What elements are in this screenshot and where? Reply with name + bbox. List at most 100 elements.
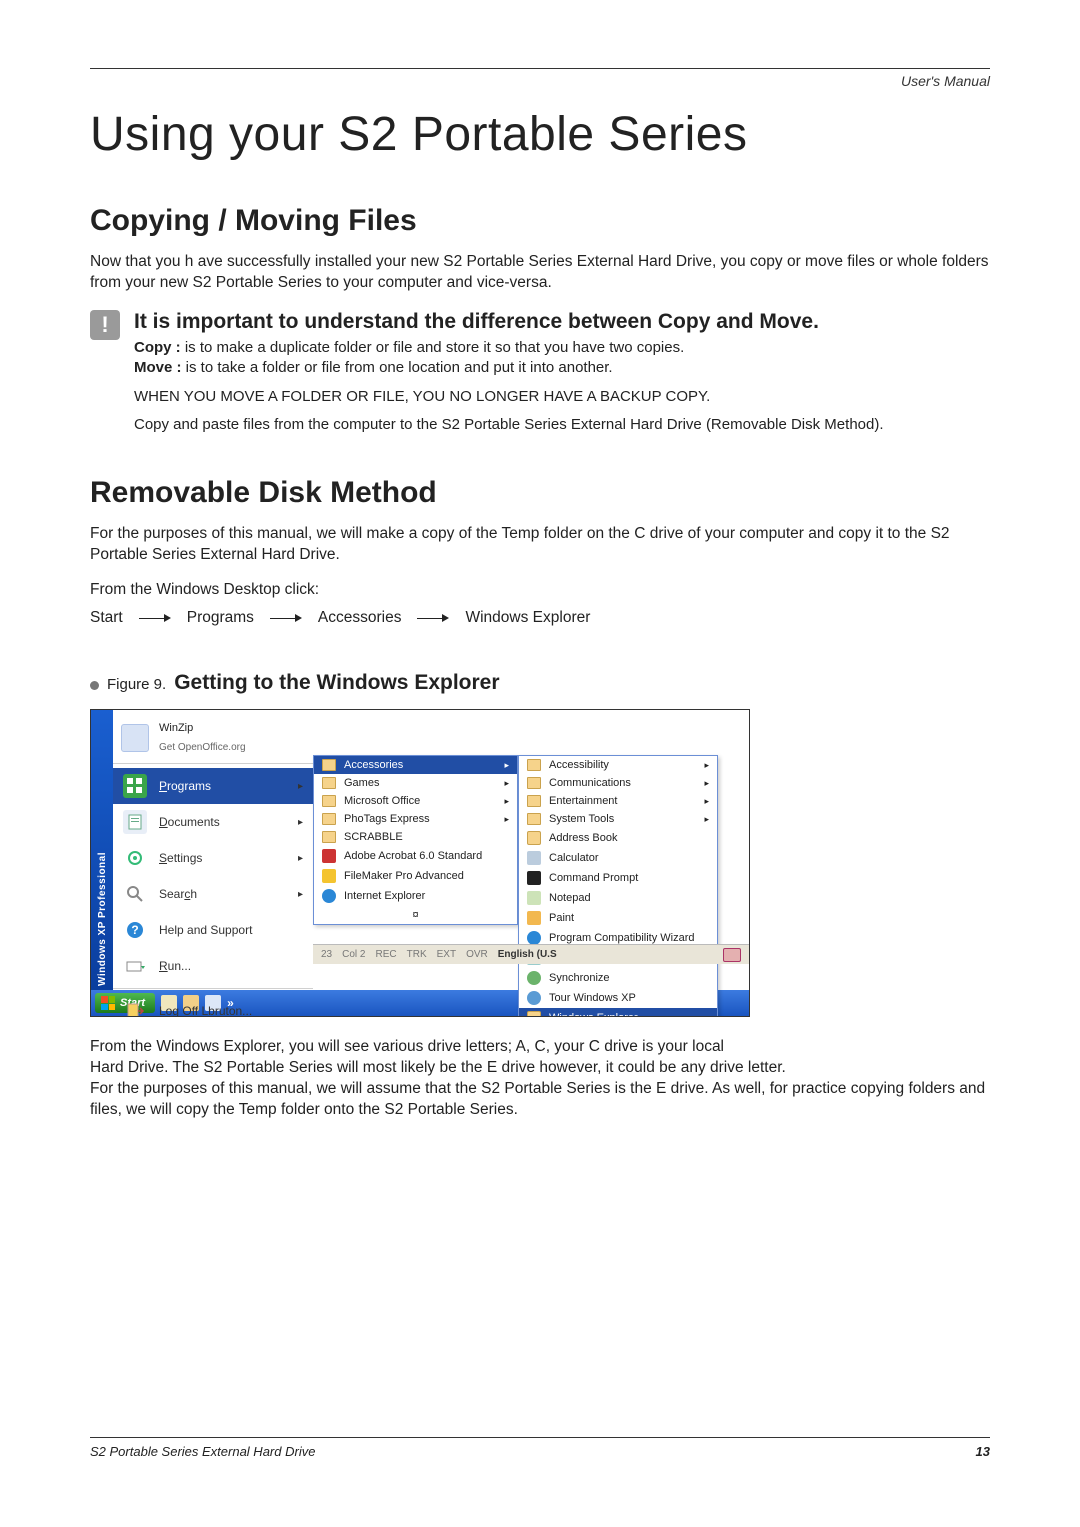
header-label: User's Manual: [90, 73, 990, 89]
accessories-submenu: Accessibility▸ Communications▸ Entertain…: [518, 755, 718, 1017]
menu-logoff[interactable]: Log Off Lbruton...: [113, 993, 313, 1017]
menu-label: Log Off Lbruton...: [159, 1004, 252, 1017]
settings-icon: [123, 846, 147, 870]
copying-intro: Now that you h ave successfully installe…: [90, 252, 990, 294]
arrow-icon: [270, 613, 302, 623]
acc-communications[interactable]: Communications▸: [519, 774, 717, 792]
figure-label: Figure 9.: [107, 676, 166, 693]
documents-icon: [123, 810, 147, 834]
bullet-icon: [90, 681, 99, 690]
tour-icon: [527, 991, 541, 1005]
folder-icon: [527, 813, 541, 825]
acc-windows-explorer[interactable]: Windows Explorer: [519, 1008, 717, 1017]
copy-paste-note: Copy and paste files from the computer t…: [134, 415, 990, 435]
submenu-acrobat[interactable]: Adobe Acrobat 6.0 Standard: [314, 846, 517, 866]
acc-addressbook[interactable]: Address Book: [519, 828, 717, 848]
page-number: 13: [976, 1444, 990, 1459]
folder-icon: [322, 813, 336, 825]
caps-warning: WHEN YOU MOVE A FOLDER OR FILE, YOU NO L…: [134, 388, 990, 405]
menu-help[interactable]: ? Help and Support: [113, 912, 313, 948]
logoff-icon: [123, 999, 147, 1017]
menu-label: Run...: [159, 959, 191, 973]
start-menu-screenshot: Windows XP Professional WinZip Get OpenO…: [90, 709, 750, 1017]
calculator-icon: [527, 851, 541, 865]
path-start: Start: [90, 609, 123, 627]
acc-tour[interactable]: Tour Windows XP: [519, 988, 717, 1008]
pinned-label: WinZip: [159, 722, 246, 734]
menu-label: Documents: [159, 815, 220, 829]
click-path: Start Programs Accessories Windows Explo…: [90, 609, 990, 627]
folder-icon: [527, 759, 541, 771]
menu-search[interactable]: Search ▸: [113, 876, 313, 912]
cmd-icon: [527, 871, 541, 885]
note-heading: It is important to understand the differ…: [134, 310, 990, 334]
pinned-sublabel: Get OpenOffice.org: [159, 742, 246, 753]
explorer-icon: [527, 1011, 541, 1017]
menu-run[interactable]: Run...: [113, 948, 313, 984]
submenu-games[interactable]: Games▸: [314, 774, 517, 792]
submenu-ie[interactable]: Internet Explorer: [314, 886, 517, 906]
acc-entertainment[interactable]: Entertainment▸: [519, 792, 717, 810]
submenu-photags[interactable]: PhoTags Express▸: [314, 810, 517, 828]
acc-cmd[interactable]: Command Prompt: [519, 868, 717, 888]
folder-icon: [322, 759, 336, 771]
move-definition: Move : is to take a folder or file from …: [134, 358, 990, 378]
path-windows-explorer: Windows Explorer: [465, 609, 590, 627]
menu-label: Programs: [159, 779, 211, 793]
folder-icon: [322, 831, 336, 843]
addressbook-icon: [527, 831, 541, 845]
winzip-icon: [121, 724, 149, 752]
acc-paint[interactable]: Paint: [519, 908, 717, 928]
copy-definition: Copy : is to make a duplicate folder or …: [134, 338, 990, 358]
footer-rule: [90, 1437, 990, 1438]
tray-icon: [723, 948, 741, 962]
submenu-scrabble[interactable]: SCRABBLE: [314, 828, 517, 846]
arrow-icon: [139, 613, 171, 623]
menu-label: Help and Support: [159, 923, 252, 937]
under-figure-text: From the Windows Explorer, you will see …: [90, 1037, 990, 1121]
folder-icon: [322, 777, 336, 789]
path-accessories: Accessories: [318, 609, 402, 627]
ie-icon: [322, 889, 336, 903]
submenu-more[interactable]: ¤: [314, 906, 517, 924]
menu-documents[interactable]: Documents ▸: [113, 804, 313, 840]
help-icon: ?: [123, 918, 147, 942]
programs-icon: [123, 774, 147, 798]
submenu-filemaker[interactable]: FileMaker Pro Advanced: [314, 866, 517, 886]
folder-icon: [527, 795, 541, 807]
run-icon: [123, 954, 147, 978]
wizard-icon: [527, 931, 541, 945]
filemaker-icon: [322, 869, 336, 883]
notepad-icon: [527, 891, 541, 905]
path-programs: Programs: [187, 609, 254, 627]
section-copying: Copying / Moving Files: [90, 204, 990, 238]
menu-programs[interactable]: Programs ▸: [113, 768, 313, 804]
menu-settings[interactable]: Settings ▸: [113, 840, 313, 876]
svg-text:?: ?: [131, 923, 138, 937]
folder-icon: [322, 795, 336, 807]
removable-intro: For the purposes of this manual, we will…: [90, 524, 990, 566]
menu-label: Settings: [159, 851, 202, 865]
acc-sync[interactable]: Synchronize: [519, 968, 717, 988]
acc-calculator[interactable]: Calculator: [519, 848, 717, 868]
footer-left: S2 Portable Series External Hard Drive: [90, 1444, 315, 1459]
header-rule: [90, 68, 990, 69]
acc-systemtools[interactable]: System Tools▸: [519, 810, 717, 828]
acc-accessibility[interactable]: Accessibility▸: [519, 756, 717, 774]
windows-xp-sidebar: Windows XP Professional: [91, 710, 113, 990]
figure-title: Getting to the Windows Explorer: [174, 671, 499, 695]
acrobat-icon: [322, 849, 336, 863]
acc-notepad[interactable]: Notepad: [519, 888, 717, 908]
arrow-icon: [417, 613, 449, 623]
pinned-winzip[interactable]: WinZip Get OpenOffice.org: [113, 716, 313, 759]
warning-icon: !: [90, 310, 120, 340]
folder-icon: [527, 777, 541, 789]
section-removable: Removable Disk Method: [90, 476, 990, 510]
menu-label: Search: [159, 887, 197, 901]
status-bar: 23 Col 2 REC TRK EXT OVR English (U.S: [313, 944, 749, 964]
submenu-msoffice[interactable]: Microsoft Office▸: [314, 792, 517, 810]
programs-submenu: Accessories▸ Games▸ Microsoft Office▸ Ph…: [313, 755, 518, 925]
submenu-accessories[interactable]: Accessories▸: [314, 756, 517, 774]
sync-icon: [527, 971, 541, 985]
search-icon: [123, 882, 147, 906]
